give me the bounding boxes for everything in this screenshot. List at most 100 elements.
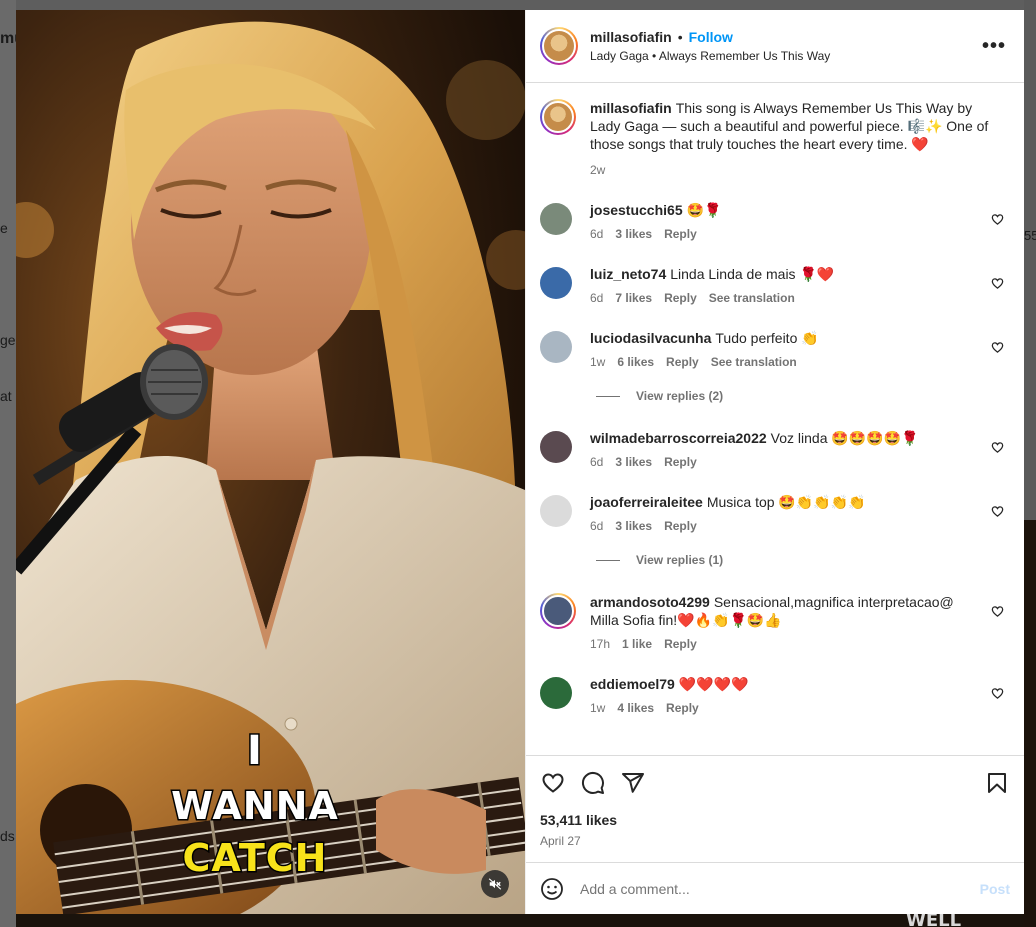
comment-item: joaoferreiraleitee Musica top 🤩👏👏👏👏 6d 3 li… [540,493,1010,533]
comment-time[interactable]: 17h [590,637,610,651]
comment-time[interactable]: 6d [590,227,603,241]
reply-button[interactable]: Reply [664,291,697,305]
heart-icon [991,214,1004,225]
comment-like-button[interactable] [991,341,1004,359]
comment-like-button[interactable] [991,505,1004,523]
save-button[interactable] [984,770,1010,796]
commenter-avatar[interactable] [540,203,572,235]
bookmark-icon [988,773,1006,793]
muted-speaker-icon [488,878,502,890]
view-replies-button[interactable]: View replies (2) [596,389,1010,403]
comment-like-button[interactable] [991,687,1004,705]
comments-list[interactable]: millasofiafin This song is Always Remembe… [526,83,1024,755]
comment-likes[interactable]: 3 likes [615,455,652,469]
post-comment-button[interactable]: Post [980,881,1010,897]
description-time[interactable]: 2w [590,163,605,177]
post-side-panel: millasofiafin • Follow Lady Gaga • Alway… [525,10,1024,914]
heart-icon [991,606,1004,617]
commenter-avatar[interactable] [540,593,576,629]
comment-text: 🤩🌹 [686,202,722,218]
post-video[interactable]: I WANNA CATCH [16,10,525,914]
share-icon [622,773,644,793]
comment-likes[interactable]: 4 likes [617,701,654,715]
comment-likes[interactable]: 6 likes [617,355,654,369]
author-username[interactable]: millasofiafin [590,29,672,45]
heart-icon [991,688,1004,699]
commenter-username[interactable]: josestucchi65 [590,202,683,218]
comment-item: wilmadebarroscorreia2022 Voz linda 🤩🤩🤩🤩🌹 6… [540,429,1010,469]
heart-icon [542,773,564,793]
audio-label[interactable]: Lady Gaga • Always Remember Us This Way [590,49,830,63]
commenter-username[interactable]: wilmadebarroscorreia2022 [590,430,767,446]
comment-like-button[interactable] [991,605,1004,623]
background-fragment: at [0,388,12,404]
reply-button[interactable]: Reply [664,519,697,533]
comment-item: armandosoto4299 Sensacional,magnifica int… [540,593,1010,651]
post-actions: 53,411 likes April 27 [526,755,1024,862]
comment-likes[interactable]: 1 like [622,637,652,651]
comment-input[interactable] [580,880,980,897]
commenter-username[interactable]: luciodasilvacunha [590,330,711,346]
follow-button[interactable]: Follow [689,29,733,45]
video-caption-line: I [246,727,264,776]
comment-time[interactable]: 6d [590,519,603,533]
commenter-username[interactable]: eddiemoel79 [590,676,675,692]
commenter-avatar[interactable] [540,495,572,527]
description-username[interactable]: millasofiafin [590,100,672,116]
comment-icon [581,771,604,794]
reply-button[interactable]: Reply [664,455,697,469]
commenter-avatar[interactable] [540,677,572,709]
background-thumbnail [1024,520,1036,927]
reply-button[interactable]: Reply [664,637,697,651]
view-replies-button[interactable]: View replies (1) [596,553,1010,567]
comment-like-button[interactable] [991,213,1004,231]
comment-like-button[interactable] [991,277,1004,295]
see-translation-button[interactable]: See translation [711,355,797,369]
emoji-picker-button[interactable] [540,877,564,901]
background-fragment: ge [0,332,16,348]
comment-item: luciodasilvacunha Tudo perfeito 👏 1w 6 like… [540,329,1010,369]
video-frame [16,10,525,914]
comment-likes[interactable]: 3 likes [615,227,652,241]
video-caption-line: WANNA [170,783,340,830]
comment-text: Voz linda 🤩🤩🤩🤩🌹 [770,430,919,446]
reply-button[interactable]: Reply [664,227,697,241]
replies-divider [596,559,620,561]
comment-text: ❤️❤️❤️❤️ [678,676,749,692]
comment-time[interactable]: 1w [590,355,605,369]
reply-button[interactable]: Reply [666,355,699,369]
comment-time[interactable]: 1w [590,701,605,715]
comment-button[interactable] [580,770,606,796]
see-translation-button[interactable]: See translation [709,291,795,305]
mute-button[interactable] [481,870,509,898]
comment-time[interactable]: 6d [590,455,603,469]
heart-icon [991,278,1004,289]
reply-button[interactable]: Reply [666,701,699,715]
comment-likes[interactable]: 3 likes [615,519,652,533]
view-replies-label: View replies (2) [636,389,724,403]
comment-item: luiz_neto74 Linda Linda de mais 🌹❤️ 6d 7 li… [540,265,1010,305]
comment-text: Musica top 🤩👏👏👏👏 [706,494,866,510]
heart-icon [991,442,1004,453]
comment-likes[interactable]: 7 likes [615,291,652,305]
commenter-username[interactable]: luiz_neto74 [590,266,666,282]
commenter-username[interactable]: armandosoto4299 [590,594,710,610]
post-date: April 27 [540,834,581,848]
commenter-avatar[interactable] [540,267,572,299]
heart-icon [991,342,1004,353]
commenter-username[interactable]: joaoferreiraleitee [590,494,703,510]
share-button[interactable] [620,770,646,796]
author-avatar[interactable] [540,99,576,135]
author-avatar[interactable] [540,27,578,65]
post-header: millasofiafin • Follow Lady Gaga • Alway… [526,10,1024,83]
like-button[interactable] [540,770,566,796]
comment-item: eddiemoel79 ❤️❤️❤️❤️ 1w 4 likes Reply [540,675,1010,715]
comment-like-button[interactable] [991,441,1004,459]
commenter-avatar[interactable] [540,331,572,363]
more-options-button[interactable]: ••• [982,36,1006,56]
comment-time[interactable]: 6d [590,291,603,305]
header-text: millasofiafin • Follow Lady Gaga • Alway… [590,29,830,63]
replies-divider [596,395,620,397]
commenter-avatar[interactable] [540,431,572,463]
likes-count[interactable]: 53,411 likes [540,812,1010,828]
